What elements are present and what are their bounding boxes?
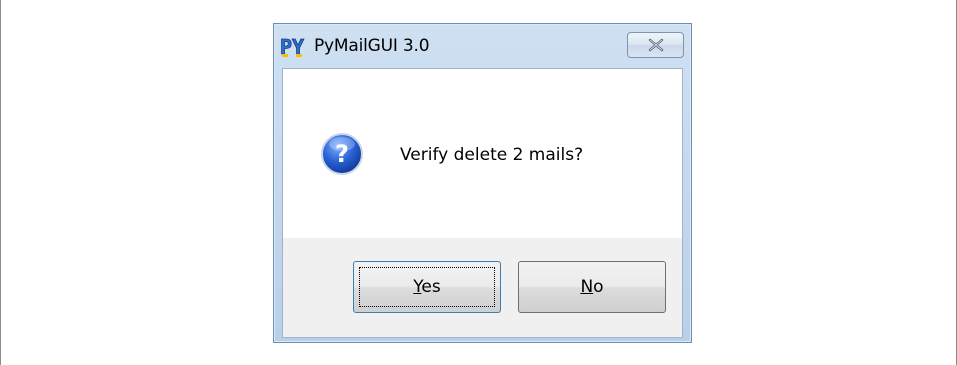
python-logo-icon: PY xyxy=(280,34,310,60)
no-button[interactable]: No xyxy=(518,261,666,313)
close-button[interactable] xyxy=(627,32,684,58)
dialog-title: PyMailGUI 3.0 xyxy=(314,36,430,56)
yes-label-rest: es xyxy=(421,277,441,297)
confirm-dialog: PY PyMailGUI 3.0 ? Verify delete 2 mails… xyxy=(273,23,692,343)
dialog-message: Verify delete 2 mails? xyxy=(400,145,584,165)
close-x-icon xyxy=(648,38,664,52)
title-bar[interactable]: PY PyMailGUI 3.0 xyxy=(274,24,691,68)
yes-button-label: Yes xyxy=(413,277,440,297)
yes-button[interactable]: Yes xyxy=(353,261,501,313)
svg-text:?: ? xyxy=(335,140,349,168)
no-mnemonic: N xyxy=(580,277,594,297)
message-area: ? Verify delete 2 mails? xyxy=(283,69,682,238)
no-button-label: No xyxy=(580,277,603,297)
dialog-body: ? Verify delete 2 mails? Yes No xyxy=(282,68,683,338)
no-label-rest: o xyxy=(593,277,604,297)
question-icon: ? xyxy=(320,132,364,176)
